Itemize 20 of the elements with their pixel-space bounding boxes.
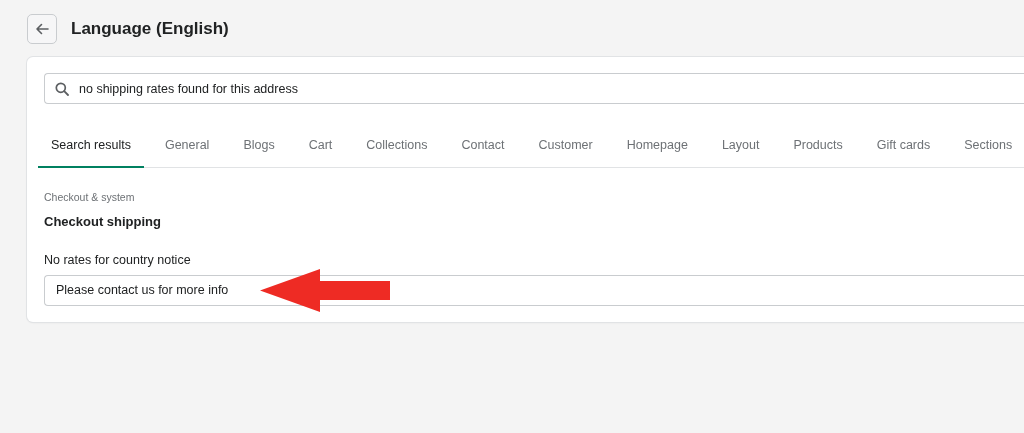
tab[interactable]: Search results [38,128,144,168]
back-arrow-icon [35,23,49,35]
tab[interactable]: Layout [708,128,773,168]
section-category: Checkout & system [44,189,136,205]
tab[interactable]: Customer [525,128,606,168]
tab[interactable]: General [151,128,223,168]
search-field[interactable]: no shipping rates found for this address [44,73,1024,104]
tab[interactable]: Sections [951,128,1024,168]
tab[interactable]: Contact [448,128,518,168]
tab[interactable]: Collections [353,128,441,168]
back-button[interactable] [27,14,57,44]
tab[interactable]: Gift cards [863,128,944,168]
tab[interactable]: Cart [295,128,346,168]
tab[interactable]: Homepage [613,128,701,168]
text-field[interactable]: Please contact us for more info [44,274,1024,306]
tab[interactable]: Blogs [230,128,288,168]
section-title: Checkout shipping [44,212,162,231]
tab[interactable]: Products [780,128,856,168]
field-label: No rates for country notice [44,252,191,269]
page-title: Language (English) [71,18,229,40]
